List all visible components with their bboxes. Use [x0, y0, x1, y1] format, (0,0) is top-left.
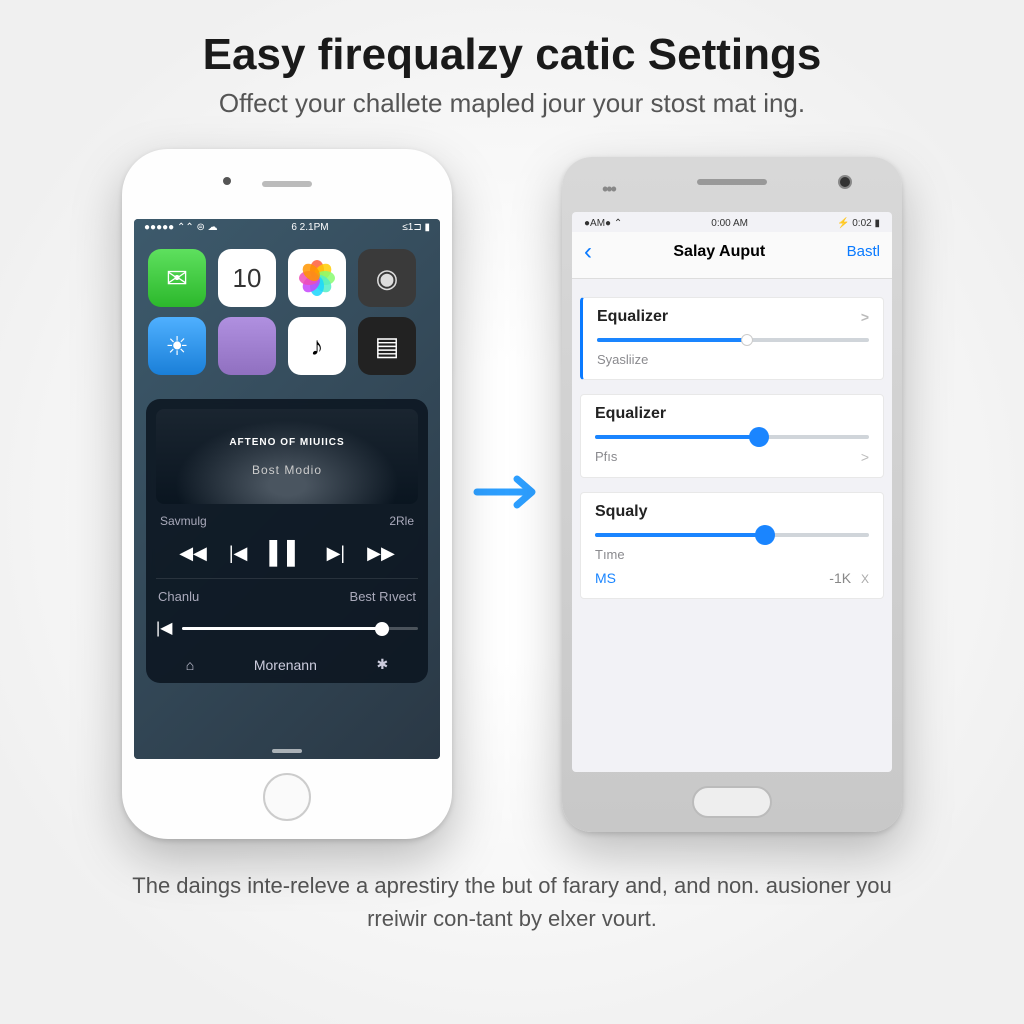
close-icon[interactable]: X: [861, 572, 869, 586]
weather-app-icon[interactable]: ☀: [148, 317, 206, 375]
video-app-icon[interactable]: ▤: [358, 317, 416, 375]
airplay-icon[interactable]: ⌂: [186, 657, 194, 673]
status-time: 6 2.1PM: [291, 222, 328, 234]
equalizer-slider-1[interactable]: [597, 338, 869, 342]
music-app-icon[interactable]: ♪: [288, 317, 346, 375]
pause-icon[interactable]: ▌▌: [269, 540, 304, 566]
back-button[interactable]: ‹: [584, 238, 592, 266]
subheadline: Offect your challete mapled jour your st…: [219, 88, 805, 119]
volume-slider[interactable]: [182, 627, 418, 630]
front-camera-icon: [838, 175, 852, 189]
next-track-icon[interactable]: ▶|: [327, 543, 346, 564]
sensor-dots-icon: •••: [602, 179, 615, 200]
status-bar: ●●●●● ⌃⌃ ⊜ ☁ 6 2.1PM ≤1⊐ ▮: [134, 219, 440, 237]
album-subtitle: Bost Modio: [252, 463, 322, 477]
card-sub-label: Syasliize: [597, 352, 869, 367]
now-playing-card: AFTENO OF MIUIICS Bost Modio Savmulg 2Rl…: [146, 399, 428, 683]
card-title-label: Squaly: [595, 503, 647, 521]
forward-fast-icon[interactable]: ▶▶: [367, 543, 395, 564]
volume-row: |◀: [156, 614, 418, 648]
equalizer-slider-2[interactable]: [595, 435, 869, 439]
more-icon[interactable]: ✱: [376, 656, 388, 673]
home-button[interactable]: [692, 786, 772, 818]
bottom-left-value[interactable]: MS: [595, 570, 616, 586]
footer-text: The daings inte-releve a aprestiry the b…: [102, 869, 922, 935]
arrow-right-icon: [472, 467, 542, 522]
headline: Easy firequalzy catic Settings: [203, 30, 822, 80]
photos-app-icon[interactable]: [288, 249, 346, 307]
previous-track-icon[interactable]: |◀: [229, 543, 248, 564]
phone-right: ••• ●AM● ⌃ 0:00 AM ⚡ 0:02 ▮ ‹ Salay Aupu…: [562, 157, 902, 832]
card-title-label: Equalizer: [597, 308, 668, 326]
purple-app-icon[interactable]: [218, 317, 276, 375]
remaining-label: 2Rle: [389, 514, 414, 528]
elapsed-label: Savmulg: [160, 514, 207, 528]
page-title: Salay Auput: [673, 243, 765, 261]
album-art[interactable]: AFTENO OF MIUIICS Bost Modio: [156, 409, 418, 504]
status-left: ●AM● ⌃: [584, 218, 622, 229]
status-left: ●●●●● ⌃⌃ ⊜ ☁: [144, 222, 218, 234]
card-sub-label: Tıme: [595, 547, 869, 562]
phone-left-screen: ●●●●● ⌃⌃ ⊜ ☁ 6 2.1PM ≤1⊐ ▮ ✉ 10: [134, 219, 440, 759]
nav-action-button[interactable]: Bastl: [847, 243, 880, 260]
album-title: AFTENO OF MIUIICS: [229, 437, 344, 448]
status-right: ⚡ 0:02 ▮: [837, 218, 880, 229]
equalizer-card-2[interactable]: Equalizer Pfıs >: [580, 394, 884, 478]
card-title-label: Equalizer: [595, 405, 666, 423]
playback-controls: ◀◀ |◀ ▌▌ ▶| ▶▶: [156, 534, 418, 578]
equalizer-card-1[interactable]: Equalizer > Syasliize: [580, 297, 884, 380]
settings-list[interactable]: Equalizer > Syasliize Equalizer: [572, 279, 892, 772]
output-label: Best Rıvect: [350, 589, 416, 604]
chevron-right-icon[interactable]: >: [861, 449, 869, 465]
calendar-app-icon[interactable]: 10: [218, 249, 276, 307]
phone-left: ●●●●● ⌃⌃ ⊜ ☁ 6 2.1PM ≤1⊐ ▮ ✉ 10: [122, 149, 452, 839]
card-sub-label: Pfıs: [595, 449, 617, 464]
status-right: ≤1⊐ ▮: [402, 222, 430, 234]
messages-app-icon[interactable]: ✉: [148, 249, 206, 307]
squaly-slider[interactable]: [595, 533, 869, 537]
earpiece-icon: [697, 179, 767, 185]
phones-row: ●●●●● ⌃⌃ ⊜ ☁ 6 2.1PM ≤1⊐ ▮ ✉ 10: [122, 149, 902, 839]
source-label: Chanlu: [158, 589, 199, 604]
bottom-center-label: Morenann: [254, 657, 317, 673]
status-time: 0:00 AM: [711, 218, 748, 229]
nav-bar: ‹ Salay Auput Bastl: [572, 232, 892, 279]
earpiece-icon: [262, 181, 312, 187]
squaly-card[interactable]: Squaly Tıme MS -1K X: [580, 492, 884, 599]
camera-app-icon[interactable]: ◉: [358, 249, 416, 307]
phone-right-screen: ●AM● ⌃ 0:00 AM ⚡ 0:02 ▮ ‹ Salay Auput Ba…: [572, 212, 892, 772]
chevron-right-icon[interactable]: >: [861, 309, 869, 325]
rewind-fast-icon[interactable]: ◀◀: [179, 543, 207, 564]
home-indicator[interactable]: [272, 749, 302, 753]
skip-back-icon[interactable]: |◀: [156, 618, 172, 638]
front-camera-icon: [223, 177, 231, 185]
status-bar: ●AM● ⌃ 0:00 AM ⚡ 0:02 ▮: [572, 212, 892, 232]
bottom-right-value: -1K: [829, 570, 851, 586]
home-button[interactable]: [263, 773, 311, 821]
